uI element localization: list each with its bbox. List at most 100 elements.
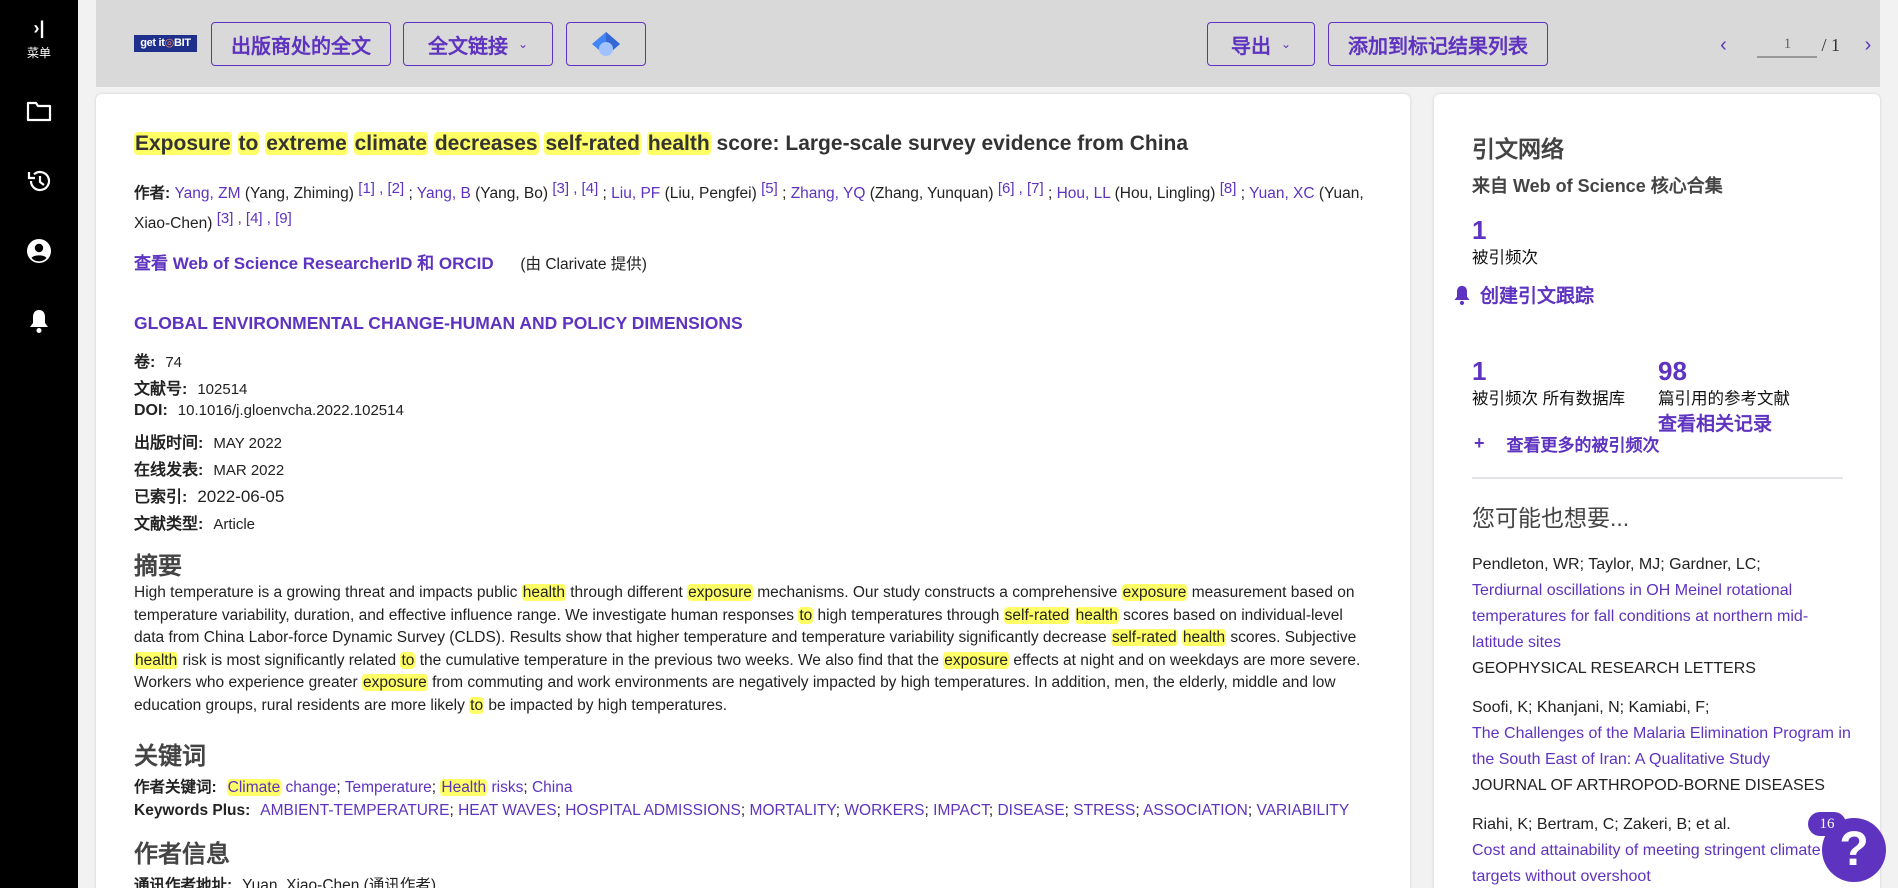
keyword-highlight: Climate <box>226 779 282 796</box>
corresponding-author-label: 通讯作者地址: <box>134 877 233 888</box>
swirl-icon: ◎ <box>164 37 175 49</box>
keyword-plus-link[interactable]: MORTALITY <box>750 802 836 819</box>
author-affiliation-refs[interactable]: [3] , [4] <box>552 180 598 197</box>
record-title-link[interactable]: Cost and attainability of meeting string… <box>1472 838 1852 888</box>
record-title-link[interactable]: The Challenges of the Malaria Eliminatio… <box>1472 721 1852 773</box>
author-link[interactable]: Hou, LL <box>1057 185 1111 202</box>
keyword-plus-link[interactable]: VARIABILITY <box>1257 802 1350 819</box>
get-it-bit-logo[interactable]: get it◎BIT <box>134 35 197 52</box>
references-label: 篇引用的参考文献 <box>1658 390 1790 408</box>
metadata-label: DOI: <box>134 402 168 419</box>
chevron-down-icon: ⌄ <box>1280 37 1292 51</box>
keyword-plus-link[interactable]: ASSOCIATION <box>1143 802 1248 819</box>
keyword-highlight: Health <box>440 779 488 796</box>
record-title: Exposure to extreme climate decreases se… <box>134 132 1188 156</box>
author-link[interactable]: Zhang, YQ <box>791 185 866 202</box>
metadata-value: 102514 <box>197 381 248 398</box>
abstract-highlight: to <box>400 651 416 669</box>
abstract-highlight: health <box>521 584 566 601</box>
author-full-name: (Liu, Pengfei) <box>664 185 757 202</box>
title-highlight: extreme <box>265 132 348 155</box>
author-keywords-label: 作者关键词: <box>134 779 217 796</box>
fulltext-links-dropdown[interactable]: 全文链接 ⌄ <box>403 22 553 66</box>
export-dropdown[interactable]: 导出 ⌄ <box>1207 22 1315 66</box>
journal-title-link[interactable]: GLOBAL ENVIRONMENTAL CHANGE-HUMAN AND PO… <box>134 313 743 334</box>
author-keyword-link[interactable]: China <box>532 779 573 796</box>
references-count[interactable]: 98 <box>1658 357 1687 385</box>
record-title-link[interactable]: Terdiurnal oscillations in OH Meinel rot… <box>1472 578 1852 656</box>
record-authors: Riahi, K; Bertram, C; Zakeri, B; et al. <box>1472 816 1731 833</box>
metadata-value: MAY 2022 <box>213 435 283 452</box>
author-affiliation-refs[interactable]: [6] , [7] <box>998 180 1044 197</box>
author-link[interactable]: Yuan, XC <box>1249 185 1315 202</box>
folder-icon[interactable] <box>25 97 53 125</box>
help-widget[interactable]: ? 16 <box>1808 812 1886 888</box>
all-db-cited-count[interactable]: 1 <box>1472 357 1486 385</box>
next-page-icon[interactable]: › <box>1856 34 1880 57</box>
author-affiliation-refs[interactable]: [1] , [2] <box>358 180 404 197</box>
metadata-label: 文献类型: <box>134 516 204 533</box>
all-db-cited-label: 被引频次 所有数据库 <box>1472 390 1626 408</box>
corresponding-author-row: 通讯作者地址: Yuan, Xiao-Chen (通讯作者) <box>134 873 436 888</box>
metadata-value: Article <box>213 516 256 533</box>
abstract-highlight: exposure <box>687 584 753 601</box>
title-highlight: Exposure <box>134 132 232 155</box>
publisher-fulltext-button[interactable]: 出版商处的全文 <box>211 22 391 66</box>
view-more-cited-link[interactable]: + 查看更多的被引频次 <box>1474 431 1660 456</box>
researcher-id-link[interactable]: 查看 Web of Science ResearcherID 和 ORCID <box>134 254 494 273</box>
page-scrollbar[interactable] <box>1884 94 1898 888</box>
citation-network-panel: 引文网络 来自 Web of Science 核心合集 1 被引频次 创建引文跟… <box>1434 94 1880 888</box>
author-full-name: (Yang, Bo) <box>475 185 549 202</box>
keyword-plus-link[interactable]: AMBIENT-TEMPERATURE <box>260 802 449 819</box>
citation-network-heading: 引文网络 <box>1472 136 1564 162</box>
author-link[interactable]: Yang, ZM <box>174 185 240 202</box>
keyword-plus-link[interactable]: HOSPITAL ADMISSIONS <box>565 802 741 819</box>
keyword-plus-link[interactable]: HEAT WAVES <box>458 802 556 819</box>
pagination: ‹ / 1 › <box>1711 30 1880 60</box>
history-icon[interactable] <box>25 167 53 195</box>
bell-icon[interactable] <box>25 307 53 335</box>
record-journal: GEOPHYSICAL RESEARCH LETTERS <box>1472 660 1756 677</box>
author-full-name: (Hou, Lingling) <box>1114 185 1216 202</box>
author-link[interactable]: Liu, PF <box>611 185 660 202</box>
keyword-plus-link[interactable]: IMPACT <box>933 802 989 819</box>
divider <box>1472 477 1843 479</box>
metadata-label: 出版时间: <box>134 435 204 452</box>
authors-line: 作者: Yang, ZM (Yang, Zhiming) [1] , [2] ;… <box>134 180 1364 232</box>
keyword-plus-link[interactable]: STRESS <box>1073 802 1135 819</box>
title-highlight: to <box>237 132 260 155</box>
fulltext-links-label: 全文链接 <box>427 35 508 58</box>
record-toolbar: get it◎BIT 出版商处的全文 全文链接 ⌄ 导出 ⌄ 添加到标记结果列表… <box>96 0 1880 87</box>
metadata-row: 在线发表: MAR 2022 <box>134 456 284 480</box>
metadata-row: DOI: 10.1016/j.gloenvcha.2022.102514 <box>134 402 404 420</box>
abstract-highlight: to <box>469 696 485 714</box>
metadata-label: 已索引: <box>134 489 188 506</box>
keyword-plus-link[interactable]: WORKERS <box>844 802 924 819</box>
chevron-down-icon: ⌄ <box>517 37 529 51</box>
author-affiliation-refs[interactable]: [3] , [4] , [9] <box>217 210 292 227</box>
abstract-highlight: exposure <box>1121 584 1188 601</box>
scholar-button[interactable] <box>566 22 646 66</box>
add-to-marked-list-button[interactable]: 添加到标记结果列表 <box>1328 22 1548 66</box>
page-number-input[interactable] <box>1757 32 1818 58</box>
author-affiliation-refs[interactable]: [8] <box>1220 180 1237 197</box>
menu-toggle[interactable]: ›| 菜单 <box>0 18 78 61</box>
you-may-also-heading: 您可能也想要... <box>1472 505 1630 531</box>
prev-page-icon[interactable]: ‹ <box>1711 34 1735 57</box>
metadata-row: 已索引: 2022-06-05 <box>134 483 284 507</box>
author-keyword-link[interactable]: Climate change <box>226 779 336 796</box>
author-keyword-link[interactable]: Health risks <box>440 779 523 796</box>
account-icon[interactable] <box>25 237 53 265</box>
chevron-right-bar-icon: ›| <box>33 18 45 38</box>
author-affiliation-refs[interactable]: [5] <box>761 180 778 197</box>
keyword-plus-link[interactable]: DISEASE <box>997 802 1064 819</box>
view-related-records-link[interactable]: 查看相关记录 <box>1658 409 1772 436</box>
times-cited-count[interactable]: 1 <box>1472 216 1486 244</box>
create-citation-alert[interactable]: 创建引文跟踪 <box>1452 281 1594 308</box>
page-total: / 1 <box>1821 34 1840 55</box>
author-keyword-link[interactable]: Temperature <box>345 779 432 796</box>
corresponding-author-value: Yuan, Xiao-Chen (通讯作者) <box>242 877 436 888</box>
researcher-id-provider: (由 Clarivate 提供) <box>520 256 647 273</box>
author-link[interactable]: Yang, B <box>417 185 471 202</box>
logo-text: get it <box>140 37 165 49</box>
